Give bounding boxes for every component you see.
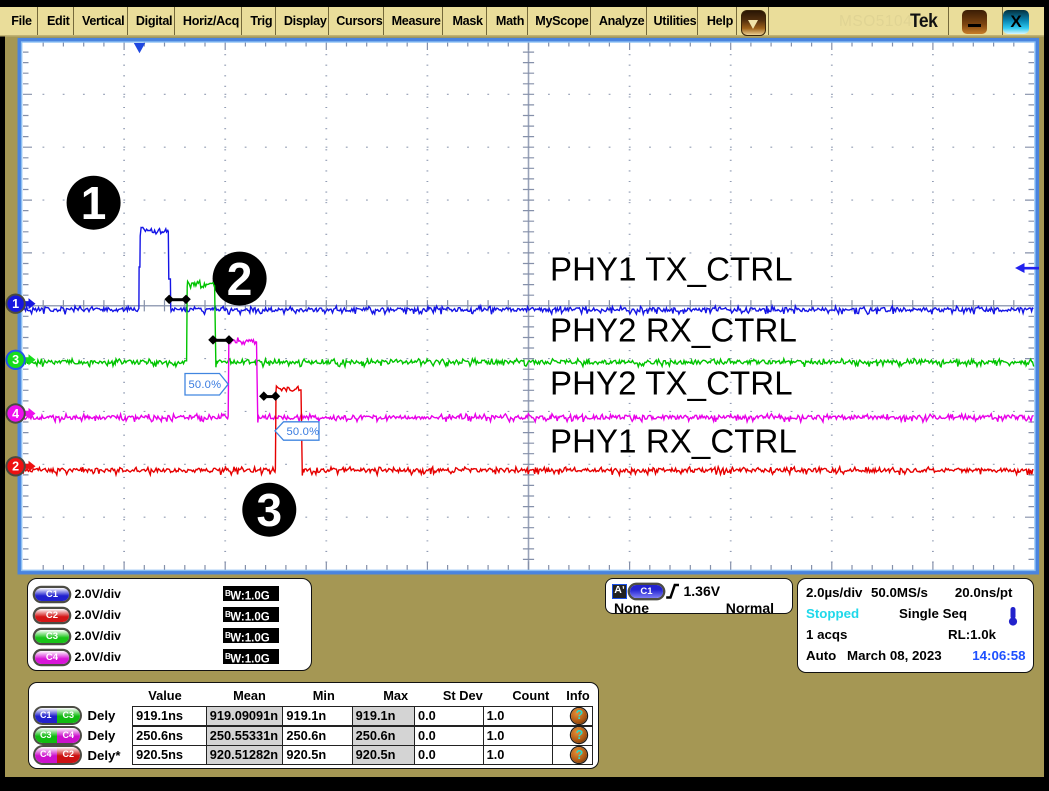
svg-text:1: 1 [12,297,19,311]
svg-text:PHY1 TX_CTRL: PHY1 TX_CTRL [550,251,793,288]
svg-text:PHY1 RX_CTRL: PHY1 RX_CTRL [550,422,797,459]
svg-text:3: 3 [12,353,19,367]
svg-text:3: 3 [257,484,283,536]
svg-text:50.0%: 50.0% [287,426,320,438]
svg-text:2: 2 [227,253,253,305]
svg-text:2: 2 [12,460,19,474]
svg-text:1: 1 [81,177,107,229]
svg-text:PHY2 TX_CTRL: PHY2 TX_CTRL [550,364,793,401]
svg-text:4: 4 [12,407,19,421]
svg-text:PHY2 RX_CTRL: PHY2 RX_CTRL [550,311,797,348]
svg-text:50.0%: 50.0% [189,379,222,391]
